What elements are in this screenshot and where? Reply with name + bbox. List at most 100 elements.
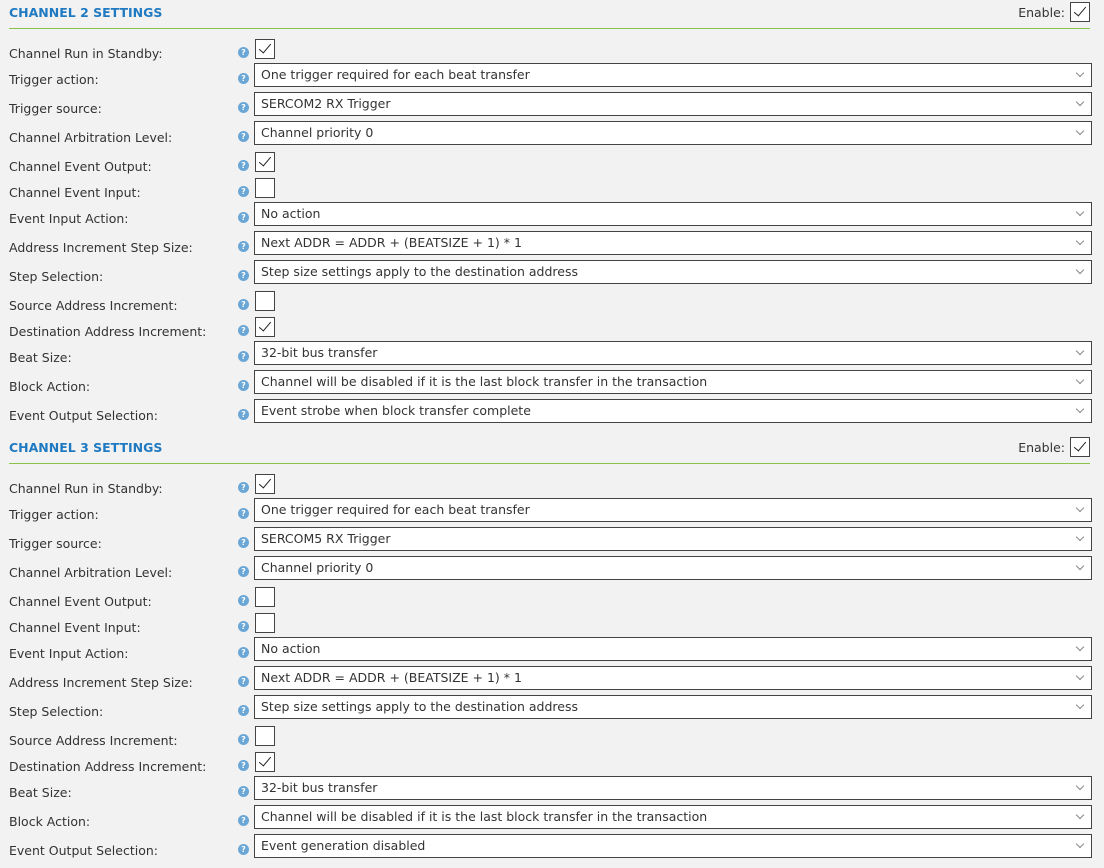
setting-label: Channel Event Output: [9,159,152,174]
event-output-selection-select[interactable]: Event strobe when block transfer complet… [254,399,1092,423]
setting-label: Trigger source: [9,101,102,116]
beat-size-select[interactable]: 32-bit bus transfer [254,776,1092,800]
chevron-down-icon [1075,561,1085,571]
channel-arbitration-level-select[interactable]: Channel priority 0 [254,556,1092,580]
setting-label: Step Selection: [9,269,104,284]
step-selection-select[interactable]: Step size settings apply to the destinat… [254,695,1092,719]
help-icon[interactable]: ? [238,212,249,223]
enable-checkbox[interactable] [1070,2,1090,22]
setting-label: Channel Event Input: [9,620,141,635]
help-icon[interactable]: ? [238,482,249,493]
select-value: Step size settings apply to the destinat… [261,264,578,279]
setting-label: Trigger action: [9,72,99,87]
section-divider [9,463,1090,464]
event-input-action-select[interactable]: No action [254,637,1092,661]
help-icon[interactable]: ? [238,705,249,716]
chevron-down-icon [1075,207,1085,217]
section-header: CHANNEL 3 SETTINGS Enable: [0,435,1104,464]
channel-arbitration-level-select[interactable]: Channel priority 0 [254,121,1092,145]
enable-control: Enable: [1018,437,1090,457]
channel-event-output-checkbox[interactable] [255,152,275,172]
setting-label: Event Output Selection: [9,408,158,423]
help-icon[interactable]: ? [238,734,249,745]
destination-address-increment-checkbox[interactable] [255,317,275,337]
chevron-down-icon [1075,404,1085,414]
help-icon[interactable]: ? [238,47,249,58]
source-address-increment-checkbox[interactable] [255,291,275,311]
help-icon[interactable]: ? [238,595,249,606]
trigger-action-select[interactable]: One trigger required for each beat trans… [254,63,1092,87]
trigger-source-select[interactable]: SERCOM2 RX Trigger [254,92,1092,116]
help-icon[interactable]: ? [238,409,249,420]
setting-row-channel-event-output: Channel Event Output:? [0,152,1104,174]
help-icon[interactable]: ? [238,786,249,797]
setting-label: Address Increment Step Size: [9,675,193,690]
help-icon[interactable]: ? [238,760,249,771]
help-icon[interactable]: ? [238,676,249,687]
help-icon[interactable]: ? [238,325,249,336]
chevron-down-icon [1075,126,1085,136]
select-value: 32-bit bus transfer [261,345,378,360]
channel-event-input-checkbox[interactable] [255,613,275,633]
help-icon[interactable]: ? [238,160,249,171]
help-icon[interactable]: ? [238,241,249,252]
select-value: No action [261,206,321,221]
help-icon[interactable]: ? [238,647,249,658]
help-icon[interactable]: ? [238,73,249,84]
help-icon[interactable]: ? [238,102,249,113]
channel-event-output-checkbox[interactable] [255,587,275,607]
help-icon[interactable]: ? [238,844,249,855]
setting-row-channel-run-in-standby: Channel Run in Standby:? [0,39,1104,61]
help-icon[interactable]: ? [238,270,249,281]
setting-row-channel-arbitration-level: Channel Arbitration Level:? Channel prior… [0,121,1104,145]
help-icon[interactable]: ? [238,621,249,632]
destination-address-increment-checkbox[interactable] [255,752,275,772]
setting-label: Step Selection: [9,704,104,719]
setting-label: Beat Size: [9,785,72,800]
setting-label: Trigger source: [9,536,102,551]
event-input-action-select[interactable]: No action [254,202,1092,226]
address-increment-step-size-select[interactable]: Next ADDR = ADDR + (BEATSIZE + 1) * 1 [254,666,1092,690]
channel-run-in-standby-checkbox[interactable] [255,474,275,494]
setting-label: Event Input Action: [9,646,129,661]
help-icon[interactable]: ? [238,566,249,577]
enable-label: Enable: [1018,439,1065,455]
setting-row-trigger-action: Trigger action:? One trigger required for… [0,63,1104,87]
block-action-select[interactable]: Channel will be disabled if it is the la… [254,370,1092,394]
setting-row-beat-size: Beat Size:? 32-bit bus transfer [0,776,1104,800]
block-action-select[interactable]: Channel will be disabled if it is the la… [254,805,1092,829]
help-icon[interactable]: ? [238,186,249,197]
beat-size-select[interactable]: 32-bit bus transfer [254,341,1092,365]
help-icon[interactable]: ? [238,537,249,548]
chevron-down-icon [1075,532,1085,542]
select-value: Channel will be disabled if it is the la… [261,374,708,389]
source-address-increment-checkbox[interactable] [255,726,275,746]
setting-label: Channel Run in Standby: [9,46,163,61]
setting-row-channel-event-input: Channel Event Input:? [0,178,1104,200]
select-value: SERCOM2 RX Trigger [261,96,391,111]
help-icon[interactable]: ? [238,380,249,391]
chevron-down-icon [1075,810,1085,820]
chevron-down-icon [1075,236,1085,246]
help-icon[interactable]: ? [238,815,249,826]
setting-label: Channel Run in Standby: [9,481,163,496]
help-icon[interactable]: ? [238,299,249,310]
address-increment-step-size-select[interactable]: Next ADDR = ADDR + (BEATSIZE + 1) * 1 [254,231,1092,255]
trigger-source-select[interactable]: SERCOM5 RX Trigger [254,527,1092,551]
event-output-selection-select[interactable]: Event generation disabled [254,834,1092,858]
setting-row-block-action: Block Action:? Channel will be disabled i… [0,805,1104,829]
channel-run-in-standby-checkbox[interactable] [255,39,275,59]
step-selection-select[interactable]: Step size settings apply to the destinat… [254,260,1092,284]
enable-checkbox[interactable] [1070,437,1090,457]
help-icon[interactable]: ? [238,351,249,362]
setting-row-event-input-action: Event Input Action:? No action [0,202,1104,226]
trigger-action-select[interactable]: One trigger required for each beat trans… [254,498,1092,522]
enable-control: Enable: [1018,2,1090,22]
setting-row-trigger-source: Trigger source:? SERCOM2 RX Trigger [0,92,1104,116]
setting-label: Source Address Increment: [9,298,178,313]
help-icon[interactable]: ? [238,131,249,142]
setting-label: Beat Size: [9,350,72,365]
channel-event-input-checkbox[interactable] [255,178,275,198]
chevron-down-icon [1075,671,1085,681]
help-icon[interactable]: ? [238,508,249,519]
